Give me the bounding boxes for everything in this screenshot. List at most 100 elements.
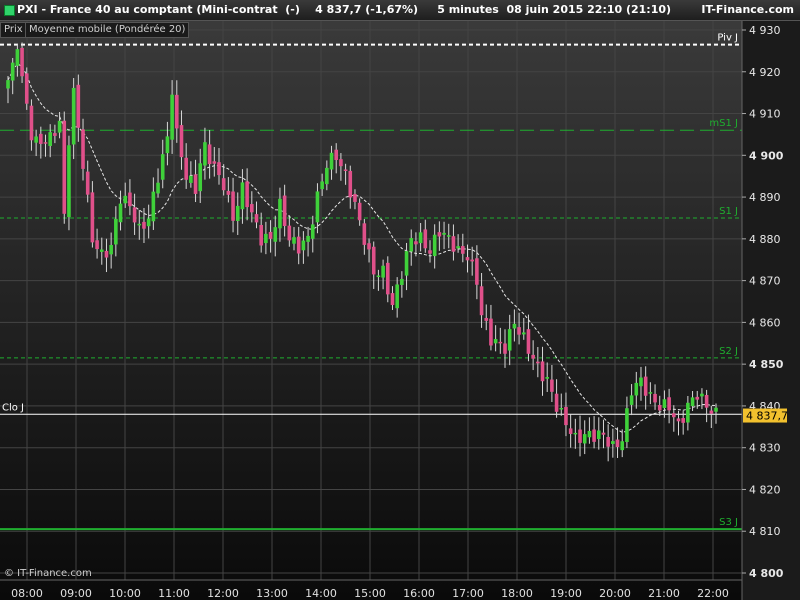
candle-body-down xyxy=(104,250,109,258)
candle-body-down xyxy=(179,125,184,158)
candle-body-down xyxy=(132,207,137,223)
candle-body-down xyxy=(465,257,470,261)
x-tick-label: 11:00 xyxy=(158,587,190,600)
level-label: S1 J xyxy=(719,206,738,217)
y-tick-label: 4 910 xyxy=(749,108,781,121)
candle-body-up xyxy=(442,232,446,235)
candle-body-down xyxy=(385,262,390,295)
candle-body-up xyxy=(137,223,142,226)
x-tick-label: 17:00 xyxy=(452,587,484,600)
candle-body-up xyxy=(596,430,601,440)
y-tick-label: 4 830 xyxy=(749,442,781,455)
candle-body-down xyxy=(142,221,146,229)
candle-body-down xyxy=(672,413,676,418)
candle-body-down xyxy=(503,343,507,354)
candle-body-down xyxy=(428,250,432,254)
x-tick-label: 15:00 xyxy=(354,587,386,600)
candle-body-down xyxy=(184,157,188,180)
candle-body-down xyxy=(39,133,43,144)
candle-body-down xyxy=(568,428,573,434)
candle-body-up xyxy=(629,395,634,405)
candle-body-down xyxy=(479,286,484,316)
y-tick-label: 4 810 xyxy=(749,525,781,538)
candle-body-down xyxy=(128,192,132,207)
candle-body-up xyxy=(99,249,104,252)
candle-body-down xyxy=(681,418,685,423)
candle-body-up xyxy=(198,163,203,192)
candle-body-up xyxy=(109,245,113,255)
indicator-moving-average[interactable]: Moyenne mobile (Pondérée 20) xyxy=(25,22,190,38)
candle-body-up xyxy=(6,80,10,89)
candle-body-down xyxy=(578,429,582,443)
candle-body-up xyxy=(648,392,653,394)
candle-body-down xyxy=(423,229,428,249)
candle-body-up xyxy=(320,181,324,190)
candle-body-down xyxy=(695,396,700,400)
candle-body-down xyxy=(550,379,554,392)
candle-body-up xyxy=(493,339,498,344)
candle-body-down xyxy=(564,406,568,426)
candle-body-up xyxy=(156,182,160,194)
candle-body-up xyxy=(559,407,564,410)
y-tick-label: 4 870 xyxy=(749,275,781,288)
candle-body-down xyxy=(451,236,456,252)
level-label: Clo J xyxy=(2,402,24,413)
candle-body-up xyxy=(404,251,409,276)
candle-body-down xyxy=(414,241,418,245)
candle-body-up xyxy=(146,218,151,227)
candle-body-up xyxy=(315,191,320,223)
candle-body-up xyxy=(34,136,38,143)
candle-body-up xyxy=(123,195,128,204)
candle-body-down xyxy=(484,317,489,321)
candle-body-down xyxy=(437,232,442,237)
candle-body-down xyxy=(554,393,559,412)
y-tick-label: 4 920 xyxy=(749,66,781,79)
x-tick-label: 22:00 xyxy=(697,587,729,600)
candle-body-up xyxy=(203,142,207,166)
candle-body-down xyxy=(353,194,357,202)
x-tick-label: 19:00 xyxy=(550,587,582,600)
candle-body-down xyxy=(250,204,254,213)
candle-body-down xyxy=(643,376,648,396)
candle-body-up xyxy=(582,434,587,444)
x-tick-label: 21:00 xyxy=(648,587,680,600)
candle-body-up xyxy=(165,136,170,154)
candle-body-up xyxy=(376,275,381,278)
candle xyxy=(67,135,71,231)
candle-body-up xyxy=(662,399,667,409)
candle-body-down xyxy=(657,405,662,411)
candle-body-up xyxy=(634,382,639,396)
level-label: mS1 J xyxy=(709,118,738,129)
candle-body-down xyxy=(461,246,465,254)
candle-body-down xyxy=(29,105,34,141)
candle-body-down xyxy=(334,149,339,161)
candle-body-down xyxy=(20,47,24,77)
candle-body-down xyxy=(76,84,81,128)
copyright-label: © IT-Finance.com xyxy=(4,568,92,579)
candlestick-chart[interactable]: Piv J mS1 J S1 J S2 J S3 J Clo J 08:00 09:00 10… xyxy=(0,21,800,600)
x-tick-label: 16:00 xyxy=(403,587,435,600)
candle xyxy=(24,67,29,110)
candle-body-down xyxy=(531,354,535,359)
candle-body-down xyxy=(53,133,57,136)
candle-body-down xyxy=(653,393,657,403)
candle-body-up xyxy=(512,323,517,329)
candle-body-down xyxy=(268,231,273,239)
level-label: S3 J xyxy=(719,517,738,528)
candle-body-up xyxy=(418,232,423,244)
candle-body-down xyxy=(296,236,301,254)
candle-body-up xyxy=(507,329,512,351)
candle-body-down xyxy=(348,170,353,198)
candle-body-down xyxy=(536,361,540,364)
y-tick-label: 4 930 xyxy=(749,24,781,37)
candle-body-up xyxy=(170,94,174,140)
candle-body-down xyxy=(226,190,231,195)
candle-body-down xyxy=(339,159,343,167)
candle-body-down xyxy=(85,171,90,195)
plot-background xyxy=(0,21,800,600)
indicator-prix[interactable]: Prix xyxy=(0,22,27,38)
candle-body-up xyxy=(264,233,268,244)
candle-body-down xyxy=(489,318,493,346)
candle-body-up xyxy=(235,205,240,221)
candle-body-down xyxy=(90,192,95,243)
